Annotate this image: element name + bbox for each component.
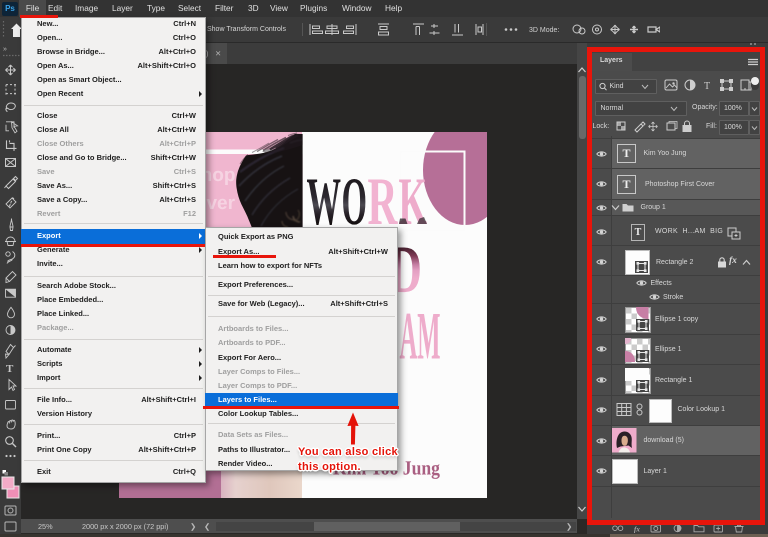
svg-text:3D Mode:: 3D Mode: bbox=[529, 27, 559, 34]
svg-text:fx: fx bbox=[634, 526, 640, 534]
svg-text:AM: AM bbox=[400, 298, 441, 374]
svg-text:T: T bbox=[6, 363, 14, 375]
svg-text:ver: ver bbox=[206, 193, 235, 214]
svg-text:K: K bbox=[399, 163, 428, 239]
svg-text:»: » bbox=[3, 46, 7, 53]
